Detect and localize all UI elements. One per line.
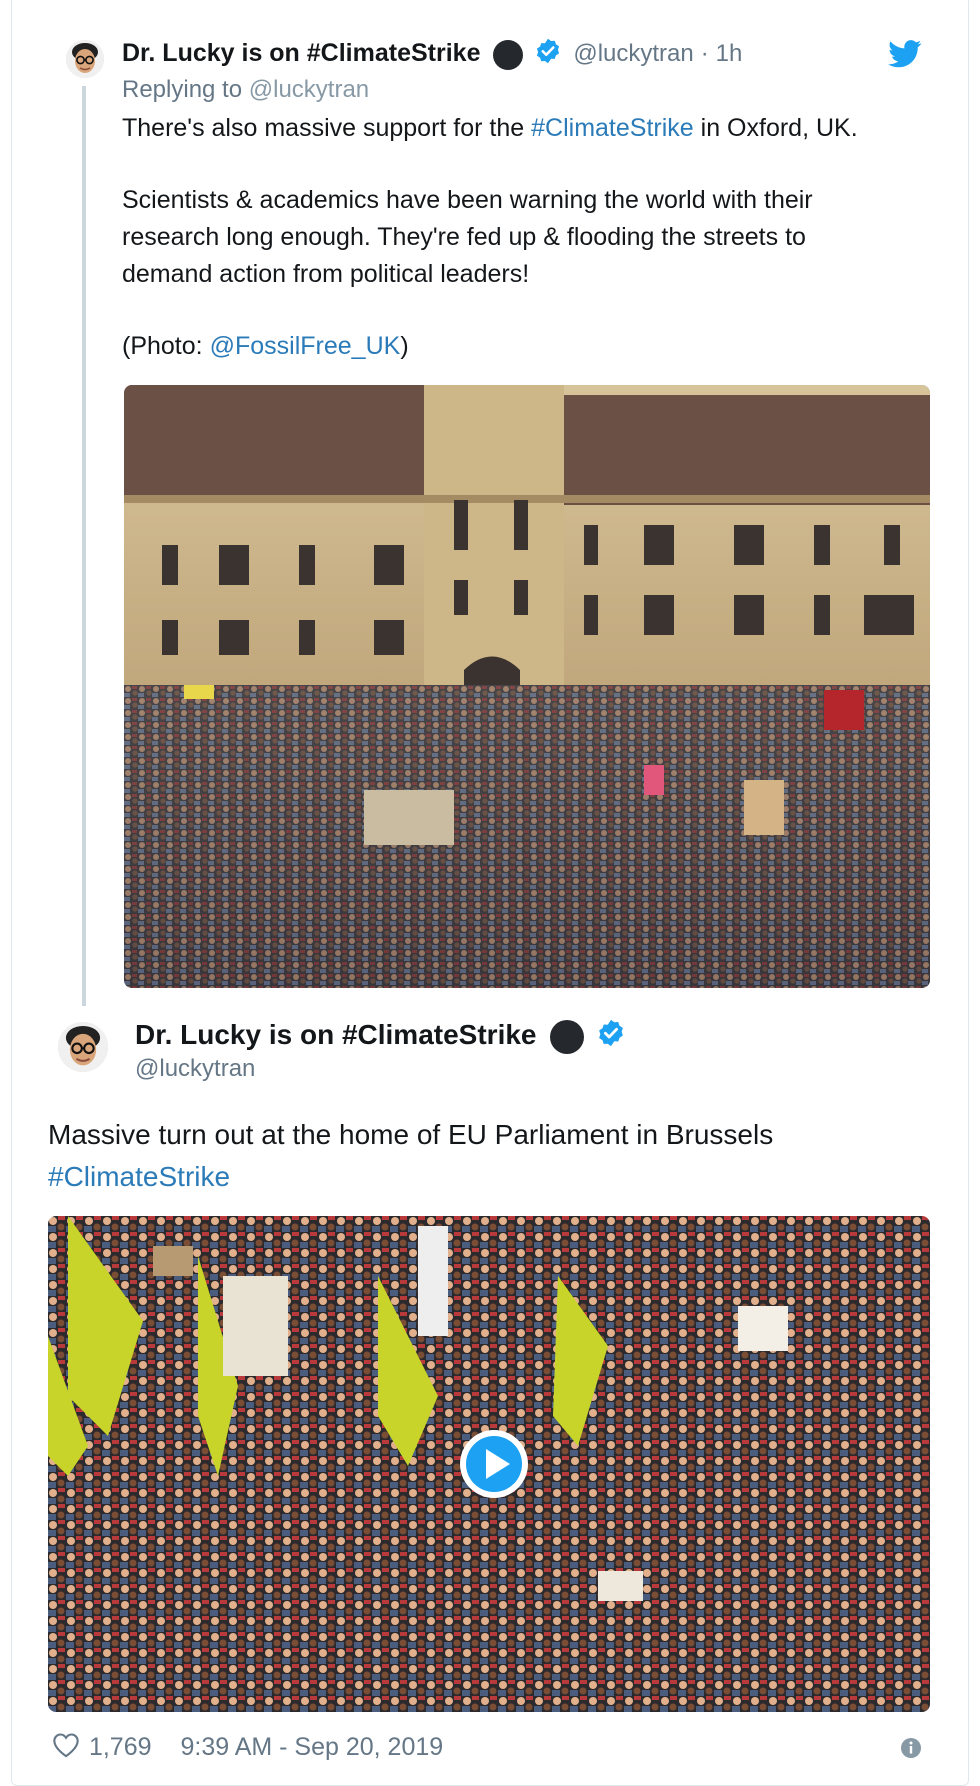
info-icon[interactable] bbox=[900, 1737, 922, 1759]
text-fragment: in Oxford, UK. bbox=[700, 114, 858, 142]
avatar[interactable] bbox=[58, 1022, 108, 1072]
replying-to: Replying to @luckytran bbox=[122, 76, 369, 104]
author-name[interactable]: Dr. Lucky is on #ClimateStrike bbox=[135, 1019, 537, 1050]
photo-credit-link[interactable]: @FossilFree_UK bbox=[210, 332, 401, 360]
replying-handle-link[interactable]: @luckytran bbox=[249, 76, 369, 103]
author-handle[interactable]: @luckytran bbox=[573, 40, 693, 67]
author-handle[interactable]: @luckytran bbox=[135, 1055, 255, 1083]
author-name[interactable]: Dr. Lucky is on #ClimateStrike bbox=[122, 39, 480, 67]
text-line: research long enough. They're fed up & f… bbox=[122, 223, 806, 251]
text-fragment: (Photo: bbox=[122, 332, 203, 360]
timestamp[interactable]: 9:39 AM - Sep 20, 2019 bbox=[180, 1733, 443, 1761]
tweet-video[interactable] bbox=[48, 1216, 930, 1712]
verified-badge-icon bbox=[534, 37, 562, 72]
tweet-header: Dr. Lucky is on #ClimateStrike bbox=[135, 1018, 626, 1055]
like-count[interactable]: 1,769 bbox=[89, 1733, 152, 1761]
text-fragment: ) bbox=[400, 332, 409, 360]
text-line: There's also massive support for the #Cl… bbox=[122, 110, 858, 147]
text-line: (Photo: @FossilFree_UK) bbox=[122, 328, 858, 365]
tweet-photo[interactable] bbox=[124, 385, 930, 988]
replying-prefix: Replying to bbox=[122, 76, 243, 103]
time-ago[interactable]: 1h bbox=[716, 40, 743, 67]
tweet-header: Dr. Lucky is on #ClimateStrike @luckytra… bbox=[122, 37, 742, 71]
main-tweet-text: Massive turn out at the home of EU Parli… bbox=[48, 1114, 773, 1198]
avatar[interactable] bbox=[66, 40, 104, 78]
text-line: Massive turn out at the home of EU Parli… bbox=[48, 1119, 774, 1150]
text-line: Scientists & academics have been warning… bbox=[122, 186, 813, 214]
hashtag-link[interactable]: #ClimateStrike bbox=[531, 114, 694, 142]
text-fragment: There's also massive support for the bbox=[122, 114, 525, 142]
thread-connector bbox=[82, 86, 86, 1006]
hashtag-link[interactable]: #ClimateStrike bbox=[48, 1156, 773, 1198]
twitter-bird-icon[interactable] bbox=[888, 40, 922, 68]
verified-badge-icon bbox=[596, 1018, 626, 1055]
text-line: demand action from political leaders! bbox=[122, 260, 530, 288]
footer: 1,769 9:39 AM - Sep 20, 2019 bbox=[52, 1732, 443, 1765]
dark-circle-emoji-icon bbox=[550, 1019, 585, 1054]
separator: · bbox=[700, 40, 709, 68]
reply-tweet-text: There's also massive support for the #Cl… bbox=[122, 110, 858, 365]
heart-icon[interactable] bbox=[52, 1732, 80, 1765]
dark-circle-emoji-icon bbox=[493, 39, 524, 70]
